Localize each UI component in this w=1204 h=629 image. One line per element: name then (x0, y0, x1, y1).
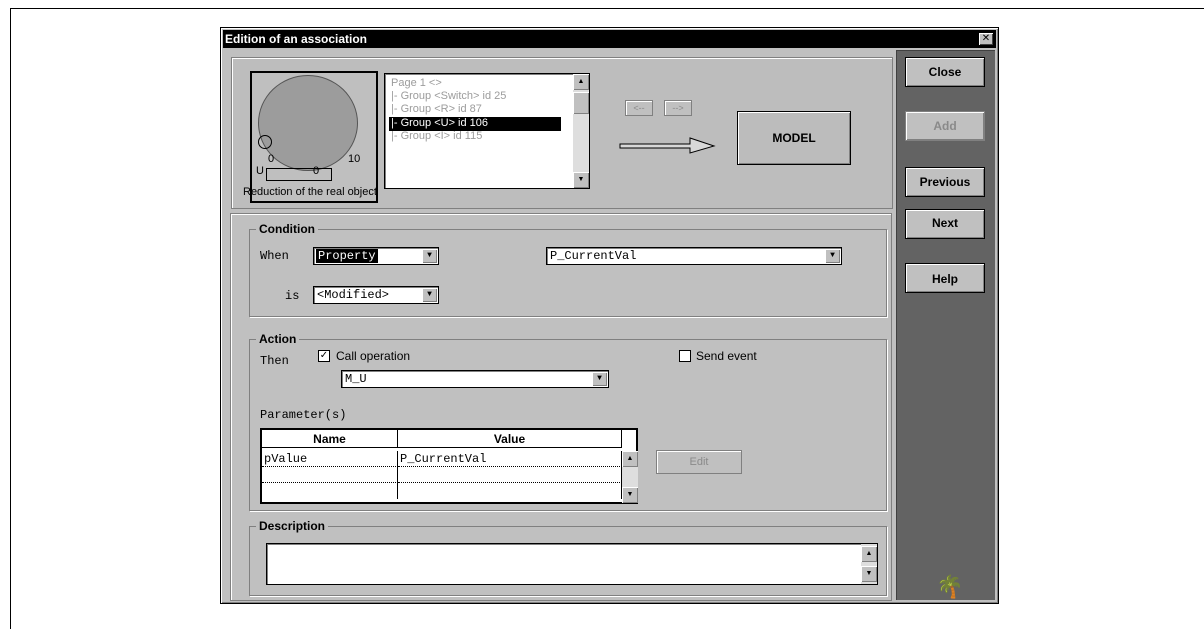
send-event-label: Send event (696, 349, 757, 363)
previous-button[interactable]: Previous (905, 167, 985, 197)
close-button[interactable]: Close (905, 57, 985, 87)
condition-title: Condition (256, 222, 318, 236)
object-thumbnail: 0 10 U 0 (250, 71, 378, 203)
is-label: is (285, 289, 300, 303)
scale-max-label: 10 (348, 153, 361, 165)
description-textarea[interactable]: ▲ ▼ (266, 543, 878, 585)
description-scrollbar[interactable]: ▲ ▼ (861, 544, 877, 584)
call-operation-label: Call operation (336, 349, 411, 363)
side-panel: Close Add Previous Next Help 🌴 (896, 50, 995, 600)
model-box[interactable]: MODEL (737, 111, 851, 165)
chevron-down-icon[interactable]: ▼ (422, 249, 437, 263)
page-left-border (10, 8, 11, 629)
knob-indicator (258, 135, 272, 149)
table-cell[interactable]: pValue (262, 451, 398, 467)
send-event-checkbox[interactable] (679, 350, 691, 362)
parameters-table: Name Value pValue P_CurrentVal ▲ ▼ (260, 428, 638, 504)
page-top-border (10, 8, 1204, 9)
scroll-up-arrow-icon[interactable]: ▲ (861, 546, 877, 562)
tree-item[interactable]: |- Group <Switch> id 25 (391, 90, 506, 102)
window-title: Edition of an association (225, 32, 368, 46)
then-label: Then (260, 354, 289, 368)
operation-select[interactable]: M_U ▼ (341, 370, 609, 388)
table-cell[interactable] (262, 483, 398, 499)
scroll-thumb[interactable] (573, 92, 589, 114)
when-label: When (260, 249, 289, 263)
add-button[interactable]: Add (905, 111, 985, 141)
property-select[interactable]: P_CurrentVal ▼ (546, 247, 842, 265)
column-header-name: Name (262, 430, 398, 448)
table-scrollbar[interactable]: ▲ ▼ (622, 451, 638, 503)
tree-item-selected[interactable]: |- Group <U> id 106 (389, 117, 561, 131)
operation-select-value: M_U (345, 372, 367, 386)
nav-prev-button[interactable]: <-- (625, 100, 653, 116)
property-select-value: P_CurrentVal (550, 249, 637, 263)
edit-button[interactable]: Edit (656, 450, 742, 474)
chevron-down-icon[interactable]: ▼ (422, 288, 437, 302)
table-cell[interactable]: P_CurrentVal (398, 451, 622, 467)
title-bar: Edition of an association ✕ (223, 30, 996, 48)
object-tree-list[interactable]: Page 1 <> |- Group <Switch> id 25 |- Gro… (384, 73, 590, 189)
description-title: Description (256, 519, 329, 533)
scroll-up-arrow-icon[interactable]: ▲ (622, 451, 638, 467)
chevron-down-icon[interactable]: ▼ (592, 372, 607, 386)
tree-scrollbar[interactable]: ▲ ▼ (573, 74, 589, 188)
is-select[interactable]: <Modified> ▼ (313, 286, 439, 304)
value-display-text: 0 (313, 165, 320, 177)
table-cell[interactable] (398, 483, 622, 499)
tree-item[interactable]: Page 1 <> (391, 77, 442, 89)
call-operation-checkbox[interactable]: ✓ (318, 350, 330, 362)
u-label: U (256, 165, 264, 177)
help-button[interactable]: Help (905, 263, 985, 293)
when-select[interactable]: Property ▼ (313, 247, 439, 265)
column-header-value: Value (398, 430, 622, 448)
preview-caption: Reduction of the real object (243, 186, 377, 198)
scroll-down-arrow-icon[interactable]: ▼ (573, 172, 589, 188)
close-icon[interactable]: ✕ (979, 33, 993, 45)
table-cell[interactable] (262, 467, 398, 483)
tree-item[interactable]: |- Group <R> id 87 (391, 103, 482, 115)
palm-tree-icon: 🌴 (936, 574, 964, 599)
nav-next-button[interactable]: --> (664, 100, 692, 116)
is-select-value: <Modified> (317, 288, 390, 302)
arrow-right-icon (619, 137, 716, 154)
scroll-up-arrow-icon[interactable]: ▲ (573, 74, 589, 90)
tree-item[interactable]: |- Group <I> id 115 (391, 130, 482, 142)
chevron-down-icon[interactable]: ▼ (825, 249, 840, 263)
next-button[interactable]: Next (905, 209, 985, 239)
value-display: 0 (266, 165, 332, 181)
parameters-label: Parameter(s) (260, 408, 347, 422)
when-select-value: Property (316, 249, 378, 263)
scale-min-label: 0 (268, 153, 275, 165)
action-title: Action (256, 332, 300, 346)
scroll-down-arrow-icon[interactable]: ▼ (622, 487, 638, 503)
scroll-down-arrow-icon[interactable]: ▼ (861, 566, 877, 582)
table-cell[interactable] (398, 467, 622, 483)
